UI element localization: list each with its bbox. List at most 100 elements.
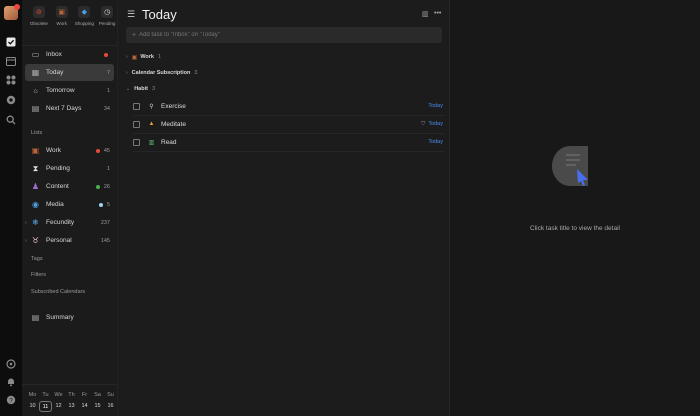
task-row[interactable]: ▲ Meditate ⛉ Today: [133, 115, 445, 133]
tags-heading[interactable]: Tags: [31, 256, 43, 262]
help-icon[interactable]: ?: [5, 394, 17, 406]
sidebar-item-inbox[interactable]: ▭ Inbox: [25, 46, 114, 63]
sidebar-item-work[interactable]: ▣ Work 45: [25, 142, 114, 159]
sidebar-toggle-icon[interactable]: ☰: [127, 9, 135, 20]
book-icon: ▥: [148, 139, 155, 146]
list-color-dot: [95, 148, 100, 153]
calendar-day[interactable]: 14: [78, 401, 91, 412]
more-icon[interactable]: •••: [434, 10, 441, 17]
subscribed-calendars-heading[interactable]: Subscribed Calendars: [31, 289, 85, 295]
briefcase-icon: ▣: [55, 6, 68, 18]
calendar-day-today[interactable]: 11: [39, 401, 52, 412]
quick-filter-obsolete[interactable]: ⊘ Obsolete: [29, 6, 49, 45]
calendar-week-icon: ▤: [31, 104, 40, 113]
add-task-bar[interactable]: +: [126, 27, 442, 43]
calendar-today-icon: ▦: [31, 68, 40, 77]
group-header-calendar-subscription[interactable]: › Calendar Subscription 3: [126, 66, 197, 80]
weekday-label: Mo: [28, 392, 37, 398]
chevron-right-icon: ›: [126, 70, 128, 76]
weekday-label: Tu: [42, 392, 49, 398]
focus-icon[interactable]: [5, 94, 17, 106]
task-list-pane: ☰ Today ▥ ••• + › ▣ Work 1 › Calendar Su…: [118, 0, 450, 416]
exercise-icon: ⚲: [149, 103, 154, 110]
sidebar-item-personal[interactable]: › ♉ Personal 145: [25, 232, 114, 249]
calendar-day[interactable]: 13: [65, 401, 78, 412]
quick-filter-pending[interactable]: ◷ Pending: [97, 6, 117, 45]
task-due-date[interactable]: Today: [428, 103, 443, 109]
sidebar-item-next-7-days[interactable]: ▤ Next 7 Days 34: [25, 100, 114, 117]
calendar-day[interactable]: 16: [104, 401, 117, 412]
divider: [133, 151, 445, 152]
weekday-label: We: [54, 392, 63, 398]
group-count: 3: [151, 86, 156, 92]
hourglass-icon: ⧗: [32, 163, 39, 173]
task-title[interactable]: Meditate: [161, 121, 421, 128]
inbox-icon: ▭: [31, 50, 40, 59]
sync-icon[interactable]: [5, 358, 17, 370]
main-header: ☰ Today ▥ •••: [118, 0, 450, 28]
task-row[interactable]: ▥ Read Today: [133, 133, 445, 151]
meditate-icon: ▲: [148, 121, 155, 127]
mini-calendar: Mo Tu We Th Fr Sa Su 10 11 12 13 14 15 1…: [22, 384, 118, 416]
avatar[interactable]: [4, 4, 20, 20]
weekday-label: Sa: [94, 392, 101, 398]
lists-heading: Lists: [31, 130, 43, 136]
group-header-habit[interactable]: ⌄ Habit 3: [126, 82, 155, 96]
quick-filter-shopping[interactable]: ◆ Shopping: [75, 6, 95, 45]
task-check-icon[interactable]: [5, 36, 17, 48]
briefcase-icon: ▣: [31, 146, 40, 155]
group-count: 1: [158, 54, 162, 60]
search-icon[interactable]: [5, 114, 17, 126]
sort-icon[interactable]: ▥: [422, 10, 429, 18]
empty-detail-illustration: [552, 146, 592, 188]
chevron-down-icon: ⌄: [126, 86, 131, 92]
empty-detail-message: Click task title to view the detail: [530, 225, 620, 232]
sidebar-item-pending[interactable]: ⧗ Pending 1: [25, 160, 114, 177]
sidebar-item-summary[interactable]: ▤ Summary: [25, 309, 114, 326]
task-due-date[interactable]: Today: [428, 139, 443, 145]
unread-dot: [104, 52, 108, 57]
chevron-right-icon: ›: [126, 54, 128, 60]
task-due-date[interactable]: Today: [428, 121, 443, 127]
grid-icon[interactable]: [5, 74, 17, 86]
calendar-day[interactable]: 15: [91, 401, 104, 412]
task-checkbox[interactable]: [133, 120, 140, 128]
chevron-right-icon[interactable]: ›: [25, 238, 27, 244]
calendar-day[interactable]: 10: [26, 401, 39, 412]
sunrise-icon: ☼: [31, 86, 40, 95]
people-icon: ♟: [31, 182, 40, 191]
task-title[interactable]: Read: [161, 139, 428, 146]
quick-filters: ⊘ Obsolete ▣ Work ◆ Shopping ◷ Pending: [22, 0, 117, 46]
page-title: Today: [142, 7, 177, 22]
sidebar-item-tomorrow[interactable]: ☼ Tomorrow 1: [25, 82, 114, 99]
plus-icon: +: [132, 31, 137, 39]
cow-icon: ♉: [31, 236, 40, 245]
sidebar-item-content[interactable]: ♟ Content 26: [25, 178, 114, 195]
task-title[interactable]: Exercise: [161, 103, 428, 110]
summary-icon: ▤: [31, 313, 40, 322]
weekday-label: Su: [107, 392, 114, 398]
filters-heading[interactable]: Filters: [31, 272, 46, 278]
task-row[interactable]: ⚲ Exercise Today: [133, 97, 445, 115]
media-icon: ◉: [32, 200, 39, 209]
clock-icon: ◷: [101, 6, 114, 18]
quick-filter-work[interactable]: ▣ Work: [52, 6, 72, 45]
group-count: 3: [194, 70, 198, 76]
sidebar-item-today[interactable]: ▦ Today 7: [25, 64, 114, 81]
bell-icon[interactable]: [5, 376, 17, 388]
sidebar-item-fecundity[interactable]: › ❄ Fecundity 237: [25, 214, 114, 231]
chevron-right-icon[interactable]: ›: [25, 220, 27, 226]
task-checkbox[interactable]: [133, 138, 140, 146]
weekday-label: Th: [68, 392, 75, 398]
day-row: 10 11 12 13 14 15 16: [22, 401, 118, 412]
sidebar-item-media[interactable]: ◉ Media 5: [25, 196, 114, 213]
group-label: Work: [140, 54, 154, 60]
calendar-day[interactable]: 12: [52, 401, 65, 412]
calendar-icon[interactable]: [5, 55, 17, 67]
task-checkbox[interactable]: [133, 102, 140, 110]
repeat-icon: ⛉: [421, 120, 426, 127]
add-task-input[interactable]: [139, 32, 442, 38]
group-label: Habit: [134, 86, 148, 92]
sidebar: ⊘ Obsolete ▣ Work ◆ Shopping ◷ Pending ▭…: [22, 0, 118, 416]
group-header-work[interactable]: › ▣ Work 1: [126, 50, 161, 64]
